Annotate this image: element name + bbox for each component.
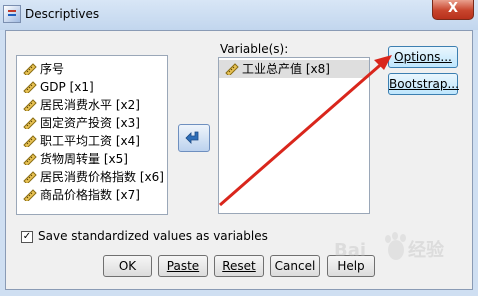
reset-button[interactable]: Reset <box>214 255 264 277</box>
move-variable-button[interactable] <box>178 124 210 152</box>
scale-ruler-icon <box>23 153 37 165</box>
close-button[interactable]: X <box>432 0 474 20</box>
title-bar: Descriptives X <box>0 0 478 30</box>
ok-button[interactable]: OK <box>103 255 152 277</box>
list-item-label: 工业总产值 [x8] <box>242 62 330 76</box>
variables-label: Variable(s): <box>220 42 289 56</box>
scale-ruler-icon <box>23 171 37 183</box>
list-item[interactable]: 货物周转量 [x5] <box>17 150 167 168</box>
scale-ruler-icon <box>225 63 239 75</box>
list-item-label: 固定资产投资 [x3] <box>40 116 140 130</box>
list-item[interactable]: 工业总产值 [x8] <box>219 60 369 78</box>
list-item[interactable]: 固定资产投资 [x3] <box>17 114 167 132</box>
cancel-button[interactable]: Cancel <box>270 255 320 277</box>
options-button[interactable]: Options... <box>388 46 458 68</box>
target-variable-list[interactable]: 工业总产值 [x8] <box>218 57 370 214</box>
list-item-label: 居民消费价格指数 [x6] <box>40 170 164 184</box>
list-item-label: 职工平均工资 [x4] <box>40 134 140 148</box>
save-standardized-checkbox[interactable]: ✓ <box>21 231 33 243</box>
list-item-label: 商品价格指数 [x7] <box>40 188 140 202</box>
scale-ruler-icon <box>23 135 37 147</box>
list-item[interactable]: GDP [x1] <box>17 78 167 96</box>
list-item[interactable]: 居民消费价格指数 [x6] <box>17 168 167 186</box>
list-item[interactable]: 序号 <box>17 60 167 78</box>
svg-text:经验: 经验 <box>408 239 445 261</box>
list-item-label: 序号 <box>40 62 65 76</box>
list-item-label: GDP [x1] <box>40 80 94 94</box>
paste-button[interactable]: Paste <box>158 255 208 277</box>
list-item[interactable]: 居民消费水平 [x2] <box>17 96 167 114</box>
arrow-left-icon <box>185 131 199 144</box>
baidu-paw-logo: Bai 经验 <box>334 232 445 261</box>
list-item-label: 居民消费水平 [x2] <box>40 98 140 112</box>
checkbox-label: Save standardized values as variables <box>38 229 268 243</box>
list-item[interactable]: 商品价格指数 [x7] <box>17 186 167 204</box>
baidu-watermark: Bai 经验 <box>334 230 474 273</box>
svg-text:Bai: Bai <box>334 240 366 261</box>
scale-ruler-icon <box>23 117 37 129</box>
scale-ruler-icon <box>23 63 37 75</box>
scale-ruler-icon <box>23 99 37 111</box>
list-item-label: 货物周转量 [x5] <box>40 152 128 166</box>
list-item[interactable]: 职工平均工资 [x4] <box>17 132 167 150</box>
window-title: Descriptives <box>25 7 100 21</box>
scale-ruler-icon <box>23 81 37 93</box>
source-variable-list[interactable]: 序号 GDP [x1] 居民消费水平 [x2] 固定资产投资 [x3] 职工平均… <box>16 55 168 215</box>
scale-ruler-icon <box>23 189 37 201</box>
bootstrap-button[interactable]: Bootstrap... <box>388 73 459 95</box>
app-icon <box>3 5 21 23</box>
